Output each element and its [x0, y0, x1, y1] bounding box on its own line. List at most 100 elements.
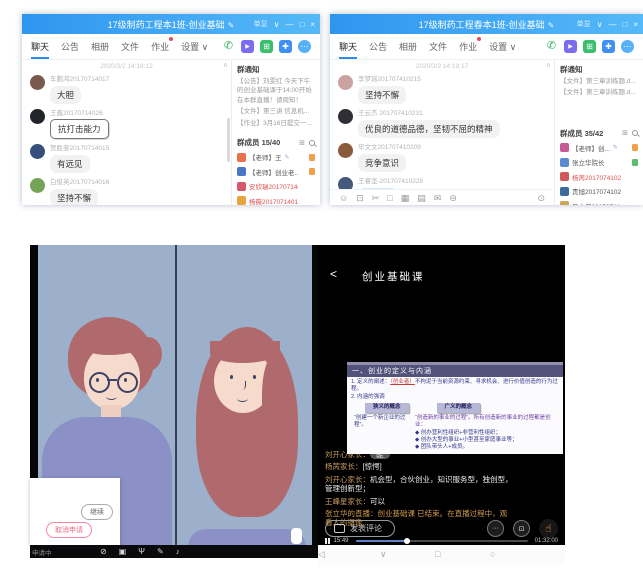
fold-messages-icon[interactable]: ∧	[223, 61, 228, 69]
window-titlebar[interactable]: 17级制药工程本1班-创业基础✎ 单显 ∨ — □ ×	[22, 14, 320, 34]
chat-action-icon[interactable]: ⊞	[583, 40, 596, 53]
annotate-icon[interactable]: ✎	[157, 548, 164, 556]
member-row[interactable]: 杨薇20170714012	[237, 196, 315, 205]
members-header: 群成员 15/40 ⊞	[237, 137, 315, 148]
tab[interactable]: 作业	[459, 35, 477, 59]
continue-button[interactable]: 继续	[81, 504, 113, 520]
tab[interactable]: 聊天	[31, 35, 49, 59]
avatar[interactable]	[30, 109, 45, 124]
member-row[interactable]: 【老师】王 ✎	[237, 152, 315, 162]
chat-action-icon[interactable]: ▶	[241, 40, 254, 53]
chat-action-icon[interactable]: ✆	[545, 40, 558, 53]
tab[interactable]: 相册	[91, 35, 109, 59]
progress-bar[interactable]	[356, 540, 528, 542]
like-button[interactable]: ☝	[539, 519, 558, 538]
chat-action-icon[interactable]: ✆	[222, 40, 235, 53]
scrollbar[interactable]	[227, 118, 230, 162]
avatar[interactable]	[30, 75, 45, 90]
file-icon[interactable]: □	[387, 193, 392, 204]
back-icon[interactable]: <	[330, 267, 337, 281]
display-mode-label[interactable]: 单显	[577, 19, 591, 29]
camera-off-icon[interactable]: ⊘	[100, 548, 107, 556]
back-icon[interactable]: ◁	[318, 549, 325, 560]
history-icon[interactable]: ⊙	[537, 193, 545, 204]
chat-action-icon[interactable]: ✚	[602, 40, 615, 53]
minimize-icon[interactable]: —	[608, 20, 616, 29]
tab[interactable]: 文件	[121, 35, 139, 59]
member-search-icon[interactable]	[632, 130, 638, 136]
music-icon[interactable]: ♪	[176, 548, 180, 556]
cancel-request-button[interactable]: 取消申请	[46, 522, 92, 538]
mic-icon[interactable]: Ψ	[138, 548, 145, 556]
member-row[interactable]: 贵旭201707410204	[560, 186, 638, 196]
emoji-icon[interactable]: ☺	[339, 193, 348, 204]
edit-title-icon[interactable]: ✎	[228, 21, 235, 30]
window-shake-icon[interactable]: ▦	[401, 193, 410, 204]
group-notice-item[interactable]: 【作业】3月16日提交一...	[237, 119, 315, 128]
member-row[interactable]: 安欣瑞2017071401	[237, 181, 315, 191]
group-notice-item[interactable]: 【文件】第三章训练题.d...	[560, 88, 638, 97]
fold-messages-icon[interactable]: ∧	[546, 61, 551, 69]
maximize-icon[interactable]: □	[622, 20, 627, 29]
maximize-icon[interactable]: □	[299, 20, 304, 29]
tab[interactable]: 公告	[369, 35, 387, 59]
tab[interactable]: 设置 ∨	[181, 35, 208, 59]
group-notice-item[interactable]: 【文件】第三章训练题.d...	[560, 77, 638, 86]
more-options-button[interactable]: ···	[487, 520, 504, 537]
message-bubble: 抗打击能力	[50, 119, 109, 139]
chat-action-icon[interactable]: ⋯	[621, 40, 634, 53]
gif-icon[interactable]: ⊡	[356, 193, 364, 204]
collapse-window-icon[interactable]: ∨	[597, 20, 603, 29]
tab[interactable]: 设置 ∨	[489, 35, 516, 59]
chat-action-icon[interactable]: ⋯	[298, 40, 311, 53]
member-edit-icon[interactable]: ✎	[613, 144, 618, 151]
invite-member-icon[interactable]: ⊞	[622, 129, 628, 137]
hide-nav-icon[interactable]: ∨	[380, 549, 387, 560]
comment-input[interactable]: 发表评论	[325, 520, 395, 537]
avatar[interactable]	[338, 75, 353, 90]
tab[interactable]: 公告	[61, 35, 79, 59]
avatar[interactable]	[338, 143, 353, 158]
invite-member-icon[interactable]: ⊞	[299, 139, 305, 147]
member-row[interactable]: 吕文健2017074102...	[560, 201, 638, 205]
progress-knob[interactable]	[404, 538, 410, 544]
tab[interactable]: 相册	[399, 35, 417, 59]
display-mode-label[interactable]: 单显	[254, 19, 268, 29]
chat-action-icon[interactable]: ▶	[564, 40, 577, 53]
tab[interactable]: 作业	[151, 35, 169, 59]
tab[interactable]: 文件	[429, 35, 447, 59]
pause-button[interactable]	[325, 538, 330, 544]
mute-icon[interactable]: ⊖	[449, 193, 457, 204]
message-area[interactable]: ∧ 2020/3/2 14:18:12 车鹏鸿20170714017 大胆	[22, 60, 231, 205]
recents-icon[interactable]: □	[435, 549, 440, 559]
close-icon[interactable]: ×	[310, 20, 315, 29]
avatar[interactable]	[338, 109, 353, 124]
close-icon[interactable]: ×	[633, 20, 638, 29]
minimize-icon[interactable]: —	[285, 20, 293, 29]
chat-action-icon[interactable]: ✚	[279, 40, 292, 53]
member-row[interactable]: 张立华院长	[560, 157, 638, 167]
cast-screen-button[interactable]: ⊡	[513, 520, 530, 537]
collapse-window-icon[interactable]: ∨	[274, 20, 280, 29]
image-icon[interactable]: ▤	[417, 193, 426, 204]
member-row[interactable]: 【老师】创... ✎	[560, 143, 638, 153]
avatar[interactable]	[30, 178, 45, 193]
member-edit-icon[interactable]: ✎	[285, 154, 290, 161]
member-row[interactable]: 【老师】创业老...	[237, 167, 315, 177]
window-titlebar[interactable]: 17级制药工程春本1班-创业基础✎ 单显 ∨ — □ ×	[330, 14, 643, 34]
group-notice-item[interactable]: 【文件】第三讲 信息机...	[237, 107, 315, 116]
group-notice-item[interactable]: 【公告】刘雯红 今天下午的创业基础课于14:00开始在本群直播！请周知！	[237, 77, 315, 105]
screen-share-icon[interactable]: ▣	[119, 548, 127, 556]
live-chat-sender: 杨苪家长：	[325, 462, 363, 471]
message-area[interactable]: ∧ 2020/3/2 14:19:17 李梦瑶201707410215 坚持不懈	[330, 60, 554, 205]
tab[interactable]: 聊天	[339, 35, 357, 59]
avatar[interactable]	[30, 144, 45, 159]
member-search-icon[interactable]	[309, 140, 315, 146]
remind-icon[interactable]: ✉	[434, 193, 442, 204]
call-request-popup: 继续 取消申请	[30, 478, 120, 545]
edit-title-icon[interactable]: ✎	[548, 21, 555, 30]
member-row[interactable]: 杨苪201707410236	[560, 172, 638, 182]
screenshot-icon[interactable]: ✂	[372, 193, 380, 204]
chat-action-icon[interactable]: ⊞	[260, 40, 273, 53]
home-icon[interactable]: ○	[490, 549, 495, 559]
